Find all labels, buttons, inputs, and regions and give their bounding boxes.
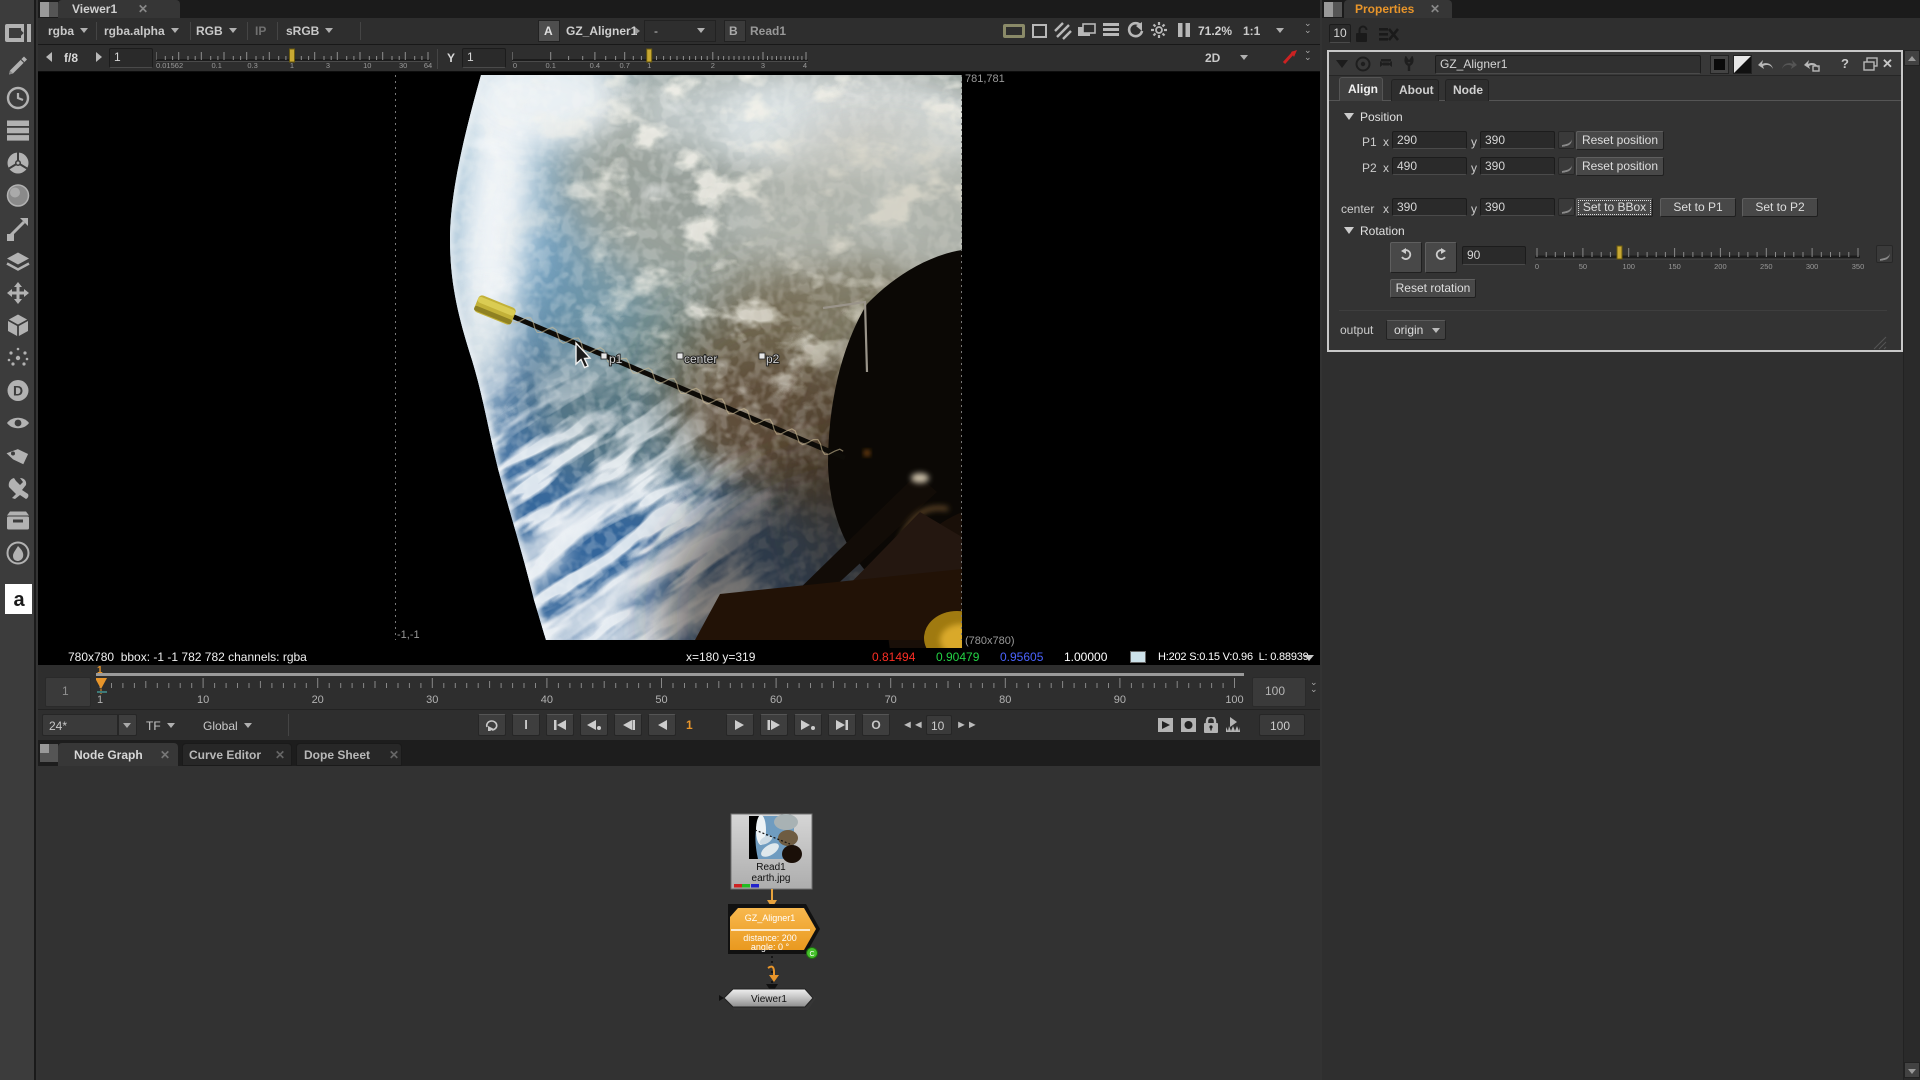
svg-text:0.7: 0.7 <box>619 61 629 70</box>
svg-text:100: 100 <box>1225 694 1243 706</box>
svg-text:30: 30 <box>426 694 438 706</box>
svg-text:70: 70 <box>885 694 897 706</box>
svg-text:0: 0 <box>513 61 517 70</box>
svg-text:50: 50 <box>1579 262 1587 271</box>
svg-text:250: 250 <box>1760 262 1773 271</box>
svg-text:0.01562: 0.01562 <box>156 61 183 70</box>
svg-text:earth.jpg: earth.jpg <box>752 873 791 884</box>
svg-text:64: 64 <box>424 61 432 70</box>
svg-text:0.1: 0.1 <box>545 61 555 70</box>
svg-text:p2: p2 <box>766 352 780 366</box>
svg-text:GZ_Aligner1: GZ_Aligner1 <box>745 913 796 923</box>
svg-text:a: a <box>13 589 25 611</box>
svg-text:0.1: 0.1 <box>211 61 221 70</box>
svg-text:10: 10 <box>363 61 371 70</box>
svg-text:D: D <box>13 383 23 399</box>
svg-text:Read1: Read1 <box>756 862 786 873</box>
svg-text:3: 3 <box>761 61 765 70</box>
svg-text:350: 350 <box>1852 262 1865 271</box>
svg-text:2: 2 <box>711 61 715 70</box>
svg-text:0.3: 0.3 <box>247 61 257 70</box>
svg-text:150: 150 <box>1668 262 1681 271</box>
svg-text:C: C <box>809 951 814 958</box>
svg-text:3: 3 <box>326 61 330 70</box>
svg-text:30: 30 <box>399 61 407 70</box>
svg-text:p1: p1 <box>609 352 623 366</box>
svg-text:center: center <box>684 352 717 366</box>
svg-text:10: 10 <box>197 694 209 706</box>
svg-text:200: 200 <box>1714 262 1727 271</box>
svg-text:4: 4 <box>803 61 807 70</box>
svg-text:50: 50 <box>655 694 667 706</box>
svg-text:60: 60 <box>770 694 782 706</box>
svg-text:90: 90 <box>1114 694 1126 706</box>
svg-text:0.4: 0.4 <box>590 61 600 70</box>
svg-text:40: 40 <box>541 694 553 706</box>
svg-text:100: 100 <box>1622 262 1635 271</box>
svg-text:1: 1 <box>97 694 103 706</box>
svg-text:angle: 0 °: angle: 0 ° <box>751 942 790 952</box>
svg-text:20: 20 <box>312 694 324 706</box>
svg-text:Viewer1: Viewer1 <box>751 994 787 1005</box>
svg-text:300: 300 <box>1806 262 1819 271</box>
svg-text:0: 0 <box>1535 262 1539 271</box>
svg-text:80: 80 <box>999 694 1011 706</box>
